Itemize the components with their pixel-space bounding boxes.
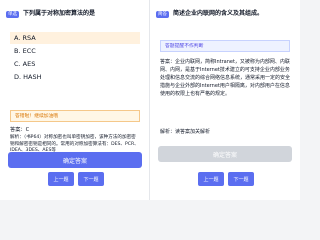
next-question-button[interactable]: 下一题 — [228, 172, 254, 186]
question-title: 下列属于对称加密算法的是 — [23, 10, 96, 17]
answer-hint-box: 答题提醒不作判断 — [160, 40, 290, 52]
question-nav: 上一题 下一题 — [0, 172, 149, 186]
confirm-answer-button[interactable]: 确定答案 — [8, 152, 142, 168]
wrong-answer-tip: 答错啦！继续加油哦 — [10, 110, 140, 122]
analysis-text: 解析：读答案加关解析 — [160, 129, 211, 135]
question-panel-single-choice: 单选 下列属于对称加密算法的是 A. RSA B. ECC C. AES D. … — [0, 0, 150, 200]
question-type-badge: 单选 — [6, 11, 19, 18]
option-c[interactable]: C. AES — [10, 58, 140, 70]
question-title: 简述企业内联网的含义及其组成。 — [173, 10, 264, 17]
option-label: D. HASH — [14, 73, 42, 81]
prev-question-button[interactable]: 上一题 — [198, 172, 224, 186]
option-d[interactable]: D. HASH — [10, 71, 140, 83]
next-question-button[interactable]: 下一题 — [78, 172, 104, 186]
option-label: B. ECC — [14, 47, 36, 55]
question-nav: 上一题 下一题 — [150, 172, 300, 186]
question-header: 单选 下列属于对称加密算法的是 — [6, 10, 144, 22]
question-header: 简答 简述企业内联网的含义及其组成。 — [156, 10, 294, 22]
option-b[interactable]: B. ECC — [10, 45, 140, 57]
option-label: A. RSA — [14, 34, 36, 42]
answer-text: 答案：C — [10, 127, 30, 133]
option-a[interactable]: A. RSA — [10, 32, 140, 44]
prev-question-button[interactable]: 上一题 — [48, 172, 74, 186]
question-panel-short-answer: 简答 简述企业内联网的含义及其组成。 答题提醒不作判断 答案：企业内联网，简称I… — [150, 0, 300, 200]
answer-text: 答案：企业内联网，简称Intranet，又被称为内部网、内联网、内网，是基于In… — [160, 59, 291, 97]
question-type-badge: 简答 — [156, 11, 169, 18]
option-label: C. AES — [14, 60, 36, 68]
confirm-answer-button[interactable]: 确定答案 — [158, 146, 292, 162]
